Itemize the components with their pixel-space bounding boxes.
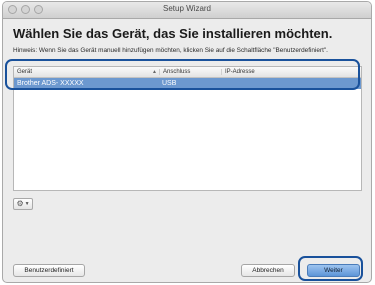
- device-name-cell: Brother ADS- XXXXX: [17, 80, 84, 87]
- column-header-connection[interactable]: Anschluss: [159, 69, 221, 75]
- hint-text: Hinweis: Wenn Sie das Gerät manuell hinz…: [13, 47, 328, 54]
- connection-cell: USB: [162, 80, 177, 87]
- custom-button[interactable]: Benutzerdefiniert: [13, 264, 85, 277]
- gear-icon: ⚙: [16, 199, 24, 208]
- next-button[interactable]: Weiter: [307, 264, 360, 277]
- device-list[interactable]: Gerät ▲ Anschluss IP-Adresse Brother ADS…: [13, 66, 362, 191]
- chevron-down-icon: ▼: [24, 200, 30, 207]
- device-list-header: Gerät ▲ Anschluss IP-Adresse: [14, 67, 361, 78]
- setup-wizard-window: Setup Wizard Wählen Sie das Gerät, das S…: [2, 1, 372, 283]
- device-row[interactable]: Brother ADS- XXXXX USB: [14, 78, 361, 89]
- title-bar[interactable]: Setup Wizard: [3, 2, 371, 19]
- cancel-button[interactable]: Abbrechen: [241, 264, 295, 277]
- page-heading: Wählen Sie das Gerät, das Sie installier…: [13, 26, 333, 41]
- column-header-device-label: Gerät: [17, 69, 33, 75]
- column-header-ip-address[interactable]: IP-Adresse: [221, 69, 361, 75]
- action-menu-button[interactable]: ⚙ ▼: [13, 198, 33, 210]
- sort-arrow-icon: ▲: [152, 69, 157, 75]
- window-title: Setup Wizard: [162, 4, 212, 13]
- column-header-device[interactable]: Gerät ▲: [14, 69, 159, 75]
